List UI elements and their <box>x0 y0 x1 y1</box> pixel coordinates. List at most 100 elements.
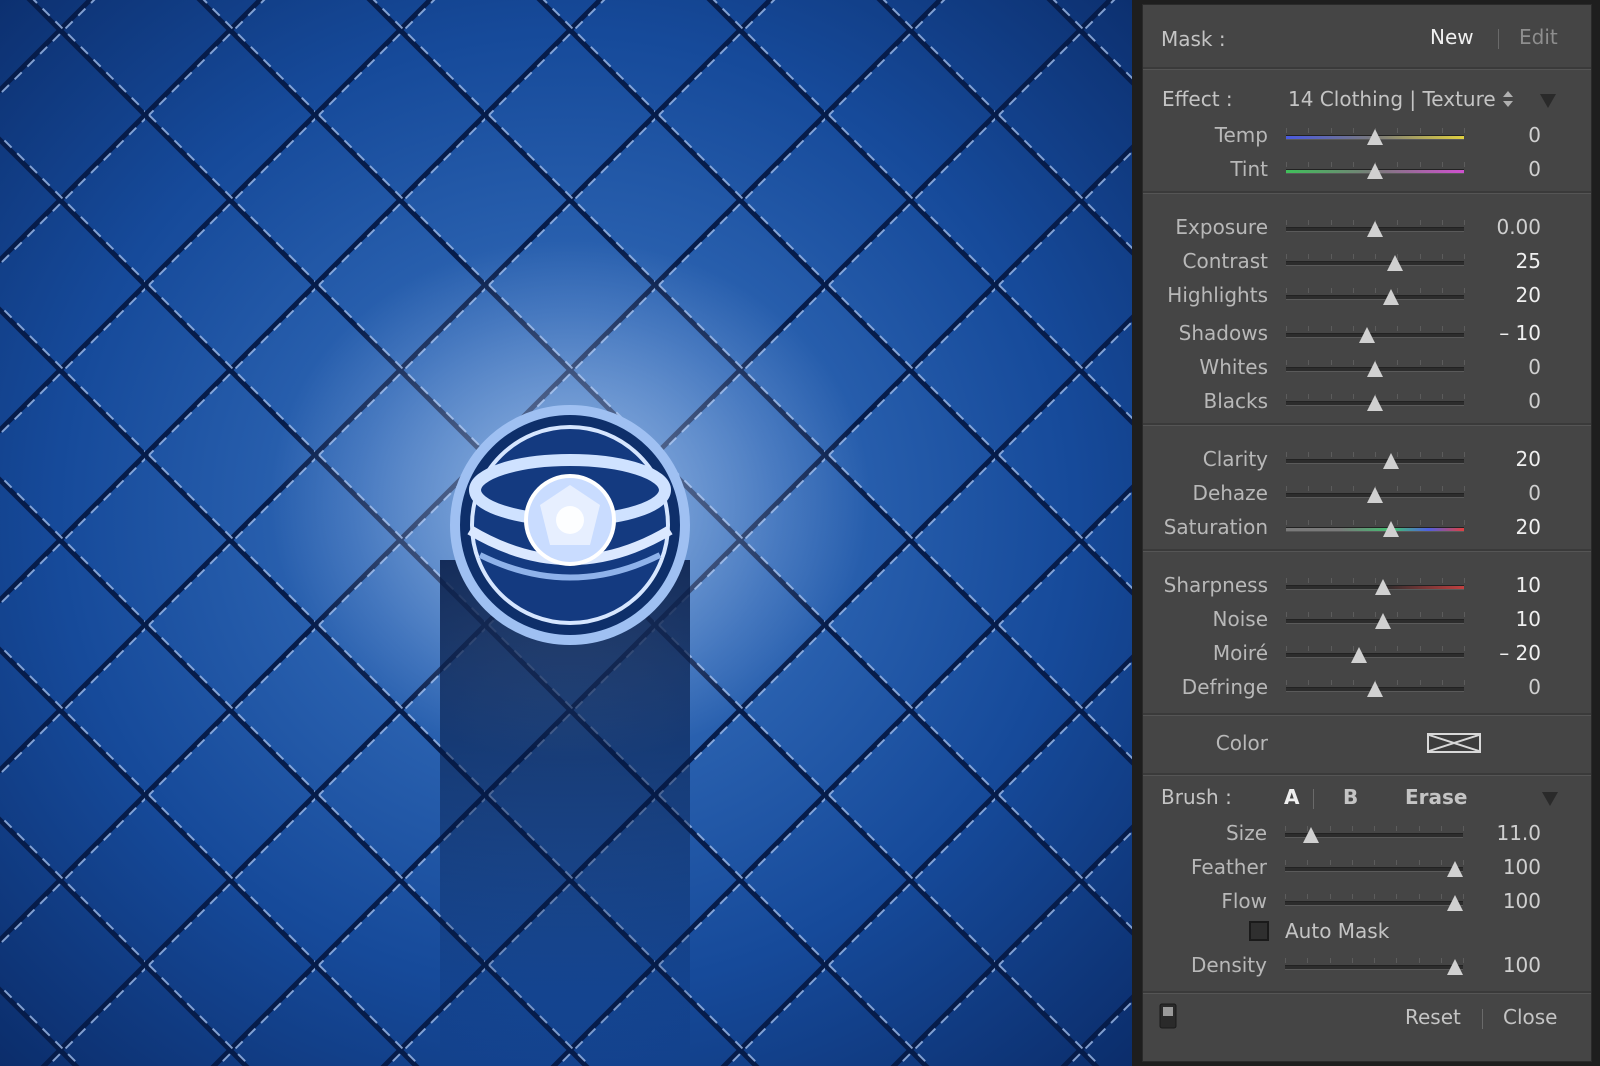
swatch-x-icon <box>1428 734 1480 752</box>
slider-tick <box>1353 394 1354 399</box>
slider-tick <box>1397 128 1398 133</box>
slider-tick <box>1442 360 1443 365</box>
divider <box>1143 67 1591 70</box>
highlights-slider-thumb[interactable] <box>1383 289 1400 305</box>
slider-tick <box>1286 360 1287 365</box>
saturation-slider-track[interactable] <box>1286 527 1464 532</box>
slider-tick <box>1308 486 1309 491</box>
slider-tick <box>1308 394 1309 399</box>
size-value[interactable]: 11.0 <box>1461 821 1541 845</box>
blacks-value[interactable]: 0 <box>1461 389 1541 413</box>
reset-button[interactable]: Reset <box>1405 1005 1461 1029</box>
dehaze-slider-thumb[interactable] <box>1367 487 1383 503</box>
divider <box>1313 789 1314 809</box>
slider-tick <box>1307 958 1308 963</box>
temp-value[interactable]: 0 <box>1461 123 1541 147</box>
close-button[interactable]: Close <box>1503 1005 1557 1029</box>
moire-value[interactable]: – 20 <box>1461 641 1541 665</box>
blacks-slider-thumb[interactable] <box>1367 395 1383 411</box>
slider-tick <box>1308 288 1309 293</box>
color-swatch-button[interactable] <box>1427 733 1481 753</box>
slider-tick <box>1308 452 1309 457</box>
slider-tick <box>1442 128 1443 133</box>
slider-tick <box>1420 486 1421 491</box>
defringe-value[interactable]: 0 <box>1461 675 1541 699</box>
brush-erase-button[interactable]: Erase <box>1405 785 1468 809</box>
effect-preset-select[interactable]: 14 Clothing | Texture <box>1288 87 1496 111</box>
density-value[interactable]: 100 <box>1461 953 1541 977</box>
temp-slider-thumb[interactable] <box>1367 129 1383 145</box>
brush-b-button[interactable]: B <box>1343 785 1358 809</box>
flow-value[interactable]: 100 <box>1461 889 1541 913</box>
tint-slider-thumb[interactable] <box>1367 163 1383 179</box>
mask-edit-button[interactable]: Edit <box>1519 25 1558 49</box>
contrast-slider-track[interactable] <box>1286 261 1464 266</box>
panel-body: Mask : New Edit Effect : 14 Clothing | T… <box>1142 4 1592 1062</box>
flow-slider-track[interactable] <box>1285 901 1463 906</box>
defringe-label: Defringe <box>1181 675 1268 699</box>
slider-tick <box>1420 394 1421 399</box>
updown-arrows-icon[interactable] <box>1501 89 1515 109</box>
density-slider-track[interactable] <box>1285 965 1463 970</box>
slider-tick <box>1353 288 1354 293</box>
shadows-slider-thumb[interactable] <box>1358 327 1375 343</box>
sharpness-value[interactable]: 10 <box>1461 573 1541 597</box>
feather-value[interactable]: 100 <box>1461 855 1541 879</box>
tint-value[interactable]: 0 <box>1461 157 1541 181</box>
noise-label: Noise <box>1212 607 1268 631</box>
slider-tick <box>1397 326 1398 331</box>
slider-tick <box>1286 452 1287 457</box>
slider-tick <box>1331 254 1332 259</box>
triangle-down-icon[interactable] <box>1541 791 1559 807</box>
shadows-value[interactable]: – 10 <box>1461 321 1541 345</box>
clarity-value[interactable]: 20 <box>1461 447 1541 471</box>
saturation-value[interactable]: 20 <box>1461 515 1541 539</box>
slider-tick <box>1308 520 1309 525</box>
exposure-value[interactable]: 0.00 <box>1461 215 1541 239</box>
whites-slider-thumb[interactable] <box>1367 361 1383 377</box>
slider-tick <box>1285 860 1286 865</box>
slider-tick <box>1308 578 1309 583</box>
shadows-slider-track[interactable] <box>1286 333 1464 338</box>
photo-preview[interactable] <box>0 0 1132 1066</box>
feather-slider-track[interactable] <box>1285 867 1463 872</box>
brush-a-button[interactable]: A <box>1284 785 1299 809</box>
slider-tick <box>1397 680 1398 685</box>
exposure-slider-thumb[interactable] <box>1367 221 1383 237</box>
slider-tick <box>1420 360 1421 365</box>
triangle-down-icon[interactable] <box>1539 93 1557 109</box>
mask-new-button[interactable]: New <box>1430 25 1474 49</box>
contrast-slider-thumb[interactable] <box>1387 255 1404 271</box>
slider-tick <box>1375 254 1376 259</box>
highlights-value[interactable]: 20 <box>1461 283 1541 307</box>
contrast-value[interactable]: 25 <box>1461 249 1541 273</box>
moire-slider-track[interactable] <box>1286 653 1464 658</box>
moire-slider-thumb[interactable] <box>1350 647 1367 663</box>
divider <box>1143 713 1591 716</box>
slider-tick <box>1442 646 1443 651</box>
size-slider-thumb[interactable] <box>1302 827 1319 843</box>
slider-tick <box>1286 220 1287 225</box>
sharpness-label: Sharpness <box>1163 573 1268 597</box>
slider-tick <box>1308 254 1309 259</box>
shadows-slider-ticks <box>1286 326 1465 332</box>
slider-tick <box>1330 894 1331 899</box>
color-label: Color <box>1215 731 1268 755</box>
moire-label: Moiré <box>1212 641 1268 665</box>
whites-value[interactable]: 0 <box>1461 355 1541 379</box>
defringe-slider-thumb[interactable] <box>1367 681 1383 697</box>
dehaze-value[interactable]: 0 <box>1461 481 1541 505</box>
clarity-slider-track[interactable] <box>1286 459 1464 464</box>
saturation-slider-thumb[interactable] <box>1383 521 1400 537</box>
noise-value[interactable]: 10 <box>1461 607 1541 631</box>
slider-tick <box>1307 860 1308 865</box>
toggle-switch-icon[interactable] <box>1159 1003 1179 1031</box>
saturation-label: Saturation <box>1163 515 1268 539</box>
slider-tick <box>1286 326 1287 331</box>
clarity-slider-thumb[interactable] <box>1383 453 1400 469</box>
auto-mask-checkbox[interactable] <box>1249 921 1269 941</box>
slider-tick <box>1396 826 1397 831</box>
noise-slider-thumb[interactable] <box>1375 613 1392 629</box>
highlights-slider-track[interactable] <box>1286 295 1464 300</box>
sharpness-slider-thumb[interactable] <box>1375 579 1392 595</box>
